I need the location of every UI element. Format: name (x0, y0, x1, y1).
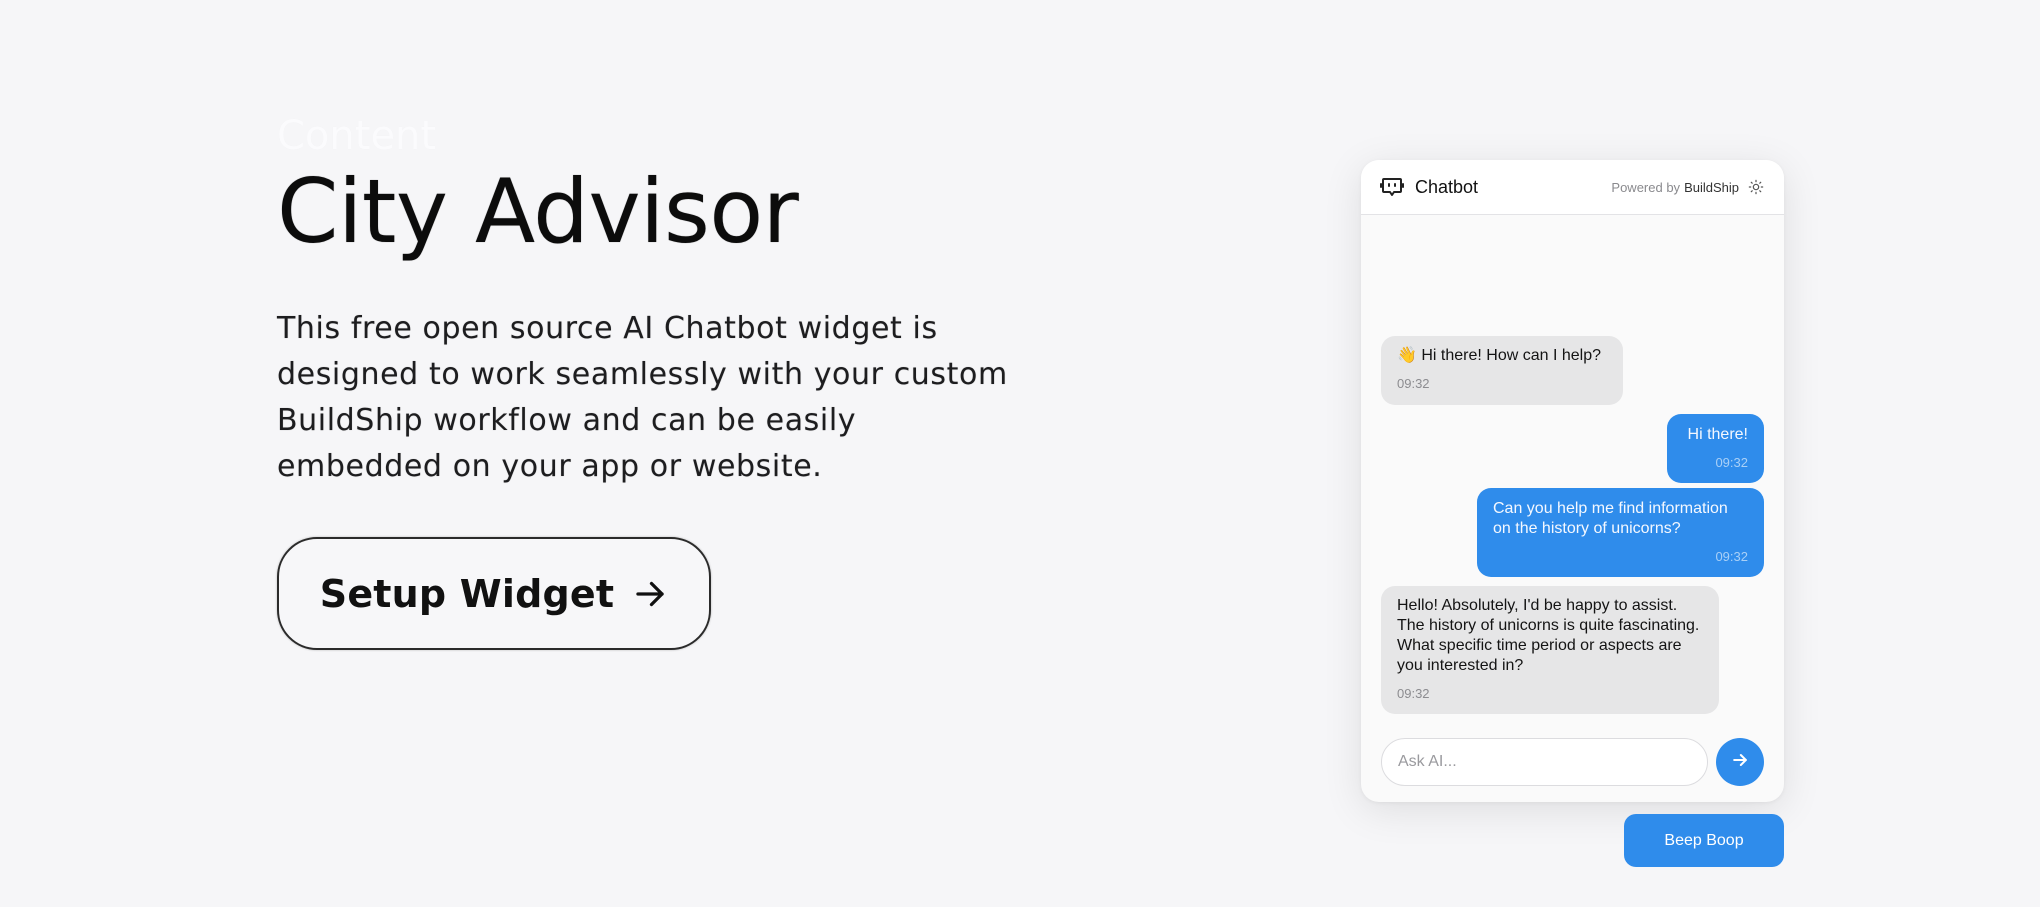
chat-widget: Chatbot Powered by BuildShip 👋 Hi there!… (1361, 160, 1784, 802)
message-text: Can you help me find information on the … (1493, 500, 1728, 537)
bot-icon (1380, 175, 1404, 199)
bot-message: 👋 Hi there! How can I help? 09:32 (1381, 336, 1623, 405)
chat-title: Chatbot (1415, 176, 1479, 197)
message-text: 👋 Hi there! How can I help? (1397, 347, 1602, 364)
user-message: Can you help me find information on the … (1477, 488, 1764, 577)
beep-boop-launcher-button[interactable]: Beep Boop (1624, 814, 1784, 867)
hero-description: This free open source AI Chatbot widget … (277, 311, 1008, 484)
powered-by-brand: BuildShip (1684, 179, 1739, 195)
page-title: City Advisor (277, 160, 799, 263)
setup-widget-button[interactable]: Setup Widget (277, 537, 711, 650)
sun-icon[interactable] (1748, 179, 1764, 195)
message-text: Hello! Absolutely, I'd be happy to assis… (1397, 597, 1700, 674)
chat-composer (1381, 738, 1764, 786)
powered-by: Powered by BuildShip (1611, 179, 1764, 195)
message-text: Hi there! (1687, 426, 1748, 443)
chat-header: Chatbot Powered by BuildShip (1361, 160, 1784, 215)
user-message: Hi there! 09:32 (1667, 414, 1764, 483)
content-label: Content (277, 113, 437, 159)
arrow-right-icon (632, 576, 668, 612)
ask-ai-input[interactable] (1381, 738, 1708, 786)
arrow-right-icon (1730, 750, 1750, 775)
setup-widget-label: Setup Widget (319, 571, 615, 616)
powered-by-prefix: Powered by (1611, 179, 1681, 195)
send-button[interactable] (1716, 738, 1764, 786)
bot-message: Hello! Absolutely, I'd be happy to assis… (1381, 586, 1719, 714)
message-time: 09:32 (1715, 549, 1748, 564)
message-time: 09:32 (1397, 376, 1430, 391)
message-time: 09:32 (1715, 455, 1748, 470)
message-time: 09:32 (1397, 686, 1430, 701)
